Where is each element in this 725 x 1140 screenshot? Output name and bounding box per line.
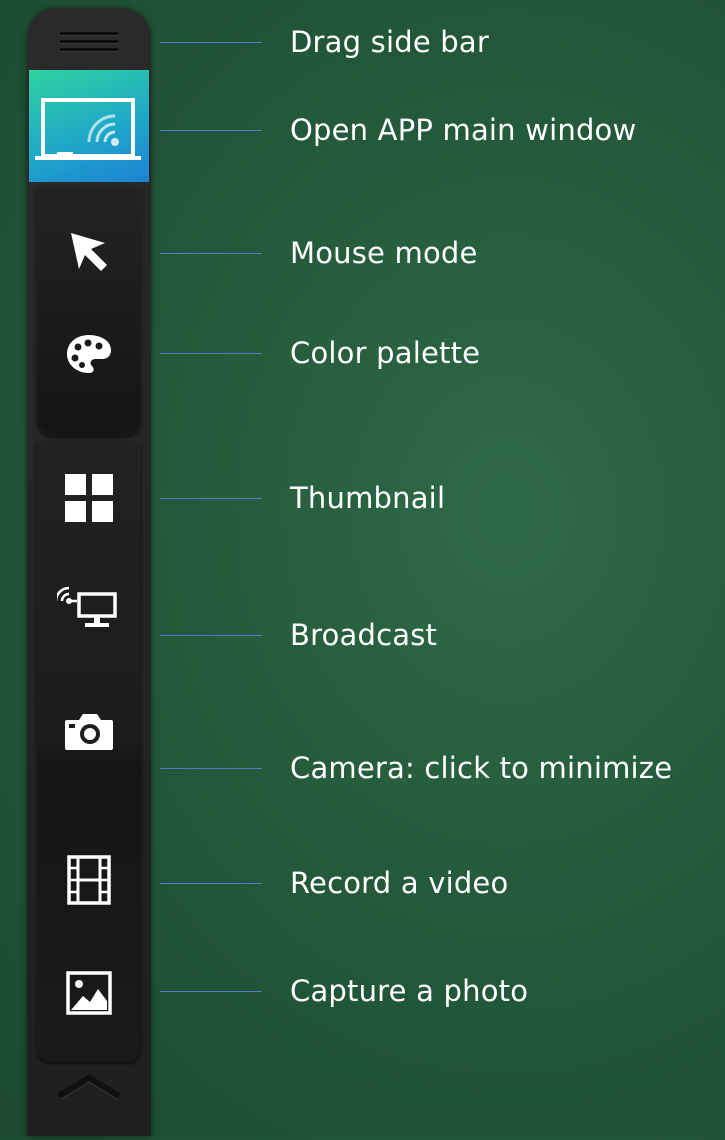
- connector-line: [160, 498, 262, 499]
- label-thumbnail: Thumbnail: [290, 481, 446, 515]
- camera-button[interactable]: [49, 699, 129, 763]
- collapse-button[interactable]: [27, 1068, 151, 1136]
- thumbnail-button[interactable]: [49, 466, 129, 530]
- label-camera: Camera: click to minimize: [290, 751, 673, 785]
- label-drag-side-bar: Drag side bar: [290, 25, 489, 59]
- label-broadcast: Broadcast: [290, 618, 438, 652]
- drag-handle-icon: [60, 48, 118, 51]
- cursor-arrow-icon: [71, 233, 107, 271]
- connector-line: [160, 991, 262, 992]
- label-capture-photo: Capture a photo: [290, 974, 529, 1008]
- label-record-video: Record a video: [290, 866, 509, 900]
- grid-icon: [65, 474, 113, 522]
- film-icon: [67, 855, 111, 905]
- connector-line: [160, 883, 262, 884]
- whiteboard-wifi-icon: [35, 98, 141, 160]
- drag-handle-icon: [60, 40, 118, 43]
- color-palette-button[interactable]: [49, 322, 129, 386]
- palette-icon: [67, 335, 111, 373]
- connector-line: [160, 253, 262, 254]
- broadcast-button[interactable]: [49, 576, 129, 640]
- image-icon: [66, 971, 112, 1015]
- capture-photo-button[interactable]: [49, 961, 129, 1025]
- connector-line: [160, 130, 262, 131]
- side-bar: [27, 8, 151, 1136]
- connector-line: [160, 42, 262, 43]
- camera-icon: [65, 714, 113, 750]
- label-open-app: Open APP main window: [290, 113, 637, 147]
- connector-line: [160, 353, 262, 354]
- monitor-wifi-icon: [57, 586, 117, 627]
- open-app-button[interactable]: [29, 70, 149, 182]
- record-video-button[interactable]: [49, 848, 129, 912]
- connector-line: [160, 635, 262, 636]
- label-color-palette: Color palette: [290, 336, 481, 370]
- label-mouse-mode: Mouse mode: [290, 236, 478, 270]
- chevron-up-icon: [57, 1074, 121, 1100]
- drag-handle-icon: [60, 32, 118, 35]
- connector-line: [160, 768, 262, 769]
- drag-side-bar-handle[interactable]: [27, 8, 151, 70]
- mouse-mode-button[interactable]: [49, 221, 129, 285]
